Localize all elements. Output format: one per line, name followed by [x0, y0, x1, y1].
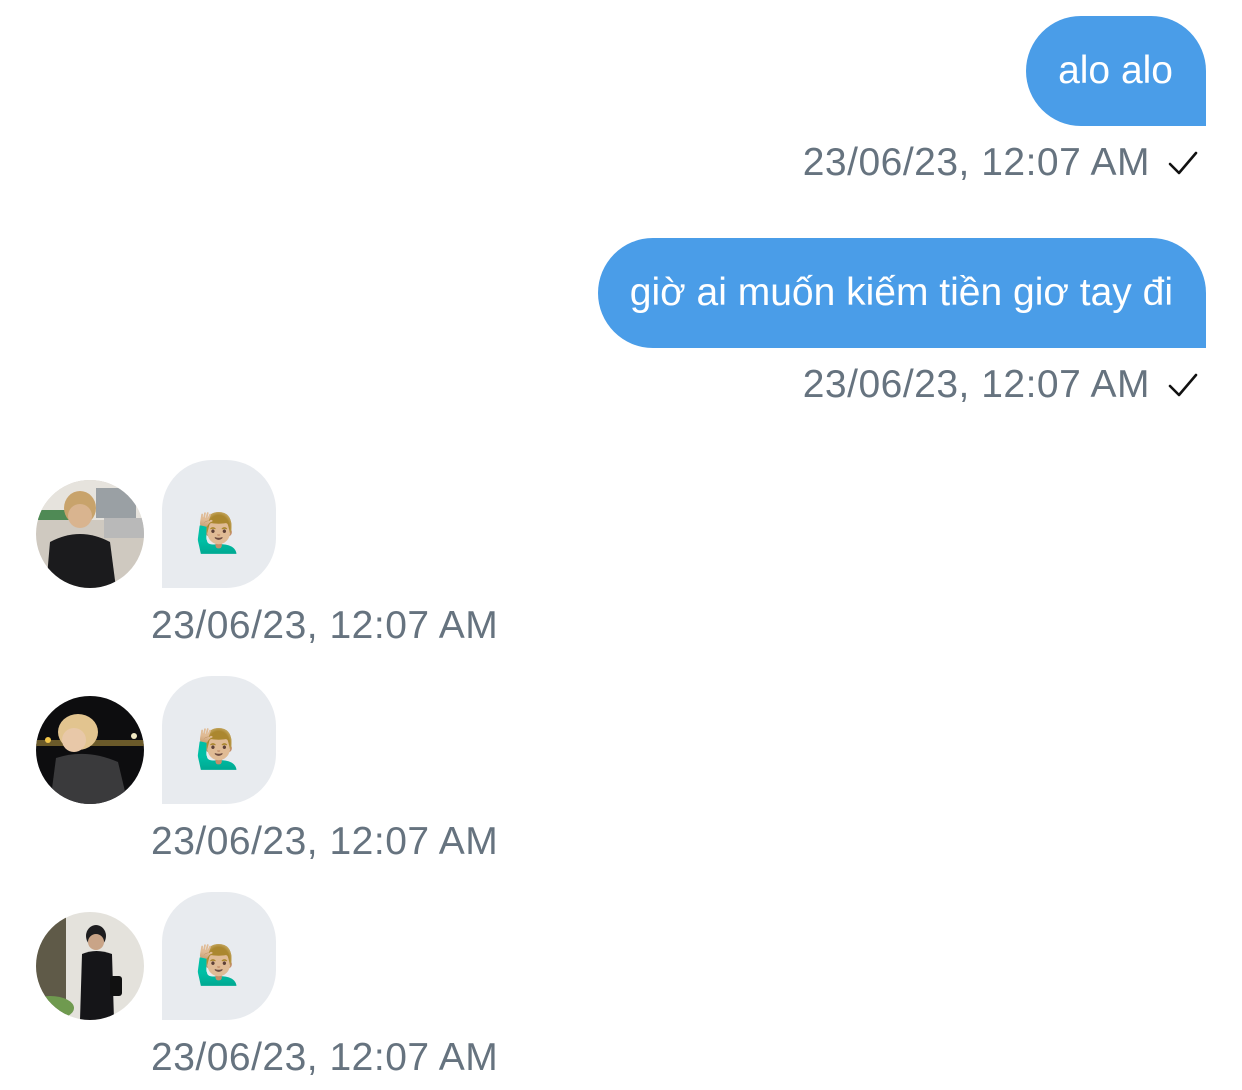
incoming-message-bubble[interactable]: 🙋🏼‍♂️ — [162, 892, 276, 1020]
outgoing-message-bubble[interactable]: alo alo — [1026, 16, 1206, 126]
outgoing-message-bubble[interactable]: giờ ai muốn kiếm tiền giơ tay đi — [597, 238, 1206, 348]
message-timestamp: 23/06/23, 12:07 AM — [151, 820, 499, 863]
incoming-message-bubble[interactable]: 🙋🏼‍♂️ — [162, 676, 276, 804]
sender-avatar[interactable] — [36, 480, 144, 588]
sender-avatar[interactable] — [36, 696, 144, 804]
check-icon — [1168, 373, 1198, 397]
raising-hand-emoji: 🙋🏼‍♂️ — [195, 513, 243, 555]
chat-thread: alo alo 23/06/23, 12:07 AM giờ ai muốn k… — [0, 0, 1242, 1090]
avatar-photo — [36, 912, 144, 1020]
check-icon — [1168, 151, 1198, 175]
message-timestamp: 23/06/23, 12:07 AM — [802, 363, 1150, 406]
sender-avatar[interactable] — [36, 912, 144, 1020]
message-timestamp: 23/06/23, 12:07 AM — [151, 1036, 499, 1079]
raising-hand-emoji: 🙋🏼‍♂️ — [195, 945, 243, 987]
message-timestamp: 23/06/23, 12:07 AM — [151, 604, 499, 647]
raising-hand-emoji: 🙋🏼‍♂️ — [195, 729, 243, 771]
avatar-photo — [36, 480, 144, 588]
incoming-message-bubble[interactable]: 🙋🏼‍♂️ — [162, 460, 276, 588]
message-timestamp: 23/06/23, 12:07 AM — [802, 141, 1150, 184]
message-meta: 23/06/23, 12:07 AM — [803, 360, 1200, 410]
message-meta: 23/06/23, 12:07 AM — [803, 138, 1200, 188]
avatar-photo — [36, 696, 144, 804]
